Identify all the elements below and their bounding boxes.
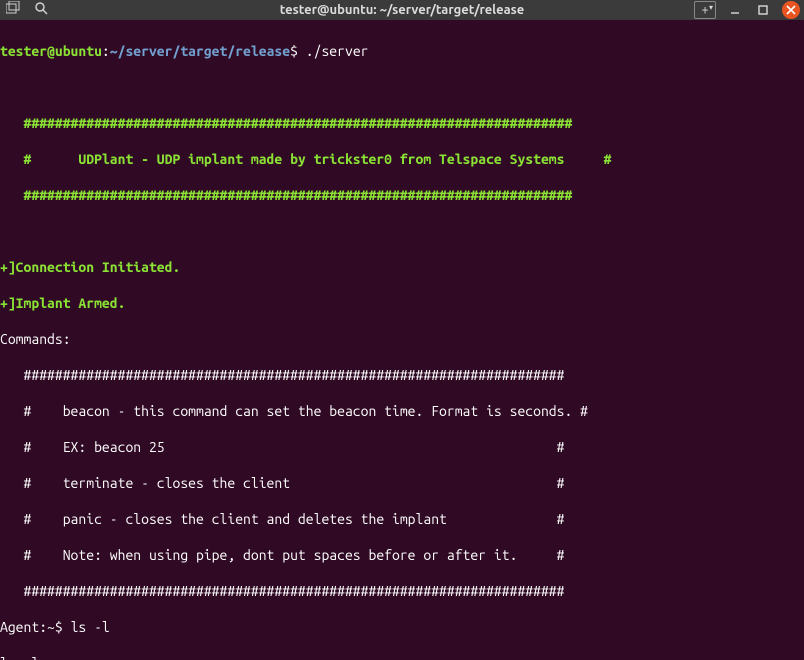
commands-beacon: # beacon - this command can set the beac… <box>0 402 804 420</box>
commands-ex: # EX: beacon 25 # <box>0 438 804 456</box>
prompt-line: tester@ubuntu:~/server/target/release$ .… <box>0 42 804 60</box>
commands-border-top: ########################################… <box>0 366 804 384</box>
agent-prompt: Agent:~$ <box>0 619 71 635</box>
status-armed: +]Implant Armed. <box>0 294 804 312</box>
banner-text: # UDPlant - UDP implant made by trickste… <box>0 150 804 168</box>
prompt-dollar: $ <box>290 43 298 59</box>
agent-prompt-line: Agent:~$ ls -l <box>0 618 804 636</box>
prompt-command: ./server <box>306 43 369 59</box>
commands-panic: # panic - closes the client and deletes … <box>0 510 804 528</box>
status-connection: +]Connection Initiated. <box>0 258 804 276</box>
prompt-user-host: tester@ubuntu <box>0 43 102 59</box>
window-title: tester@ubuntu: ~/server/target/release <box>0 1 804 19</box>
blank-line <box>0 78 804 96</box>
agent-echo: ls -l <box>0 654 804 660</box>
window-titlebar: tester@ubuntu: ~/server/target/release +… <box>0 0 804 20</box>
blank-line <box>0 222 804 240</box>
maximize-button[interactable] <box>754 1 772 19</box>
prompt-path: ~/server/target/release <box>110 43 290 59</box>
prompt-sep: : <box>102 43 110 59</box>
banner-border-bottom: ########################################… <box>0 186 804 204</box>
commands-note: # Note: when using pipe, dont put spaces… <box>0 546 804 564</box>
minimize-button[interactable] <box>726 1 744 19</box>
terminal-content[interactable]: tester@ubuntu:~/server/target/release$ .… <box>0 20 804 660</box>
tab-add-icon[interactable]: +▾ <box>694 1 716 19</box>
commands-terminate: # terminate - closes the client # <box>0 474 804 492</box>
banner-border-top: ########################################… <box>0 114 804 132</box>
commands-heading: Commands: <box>0 330 804 348</box>
close-button[interactable] <box>782 1 800 19</box>
search-icon[interactable] <box>34 1 48 20</box>
new-tab-icon[interactable] <box>6 1 20 20</box>
agent-cmd: ls -l <box>71 619 110 635</box>
commands-border-bottom: ########################################… <box>0 582 804 600</box>
